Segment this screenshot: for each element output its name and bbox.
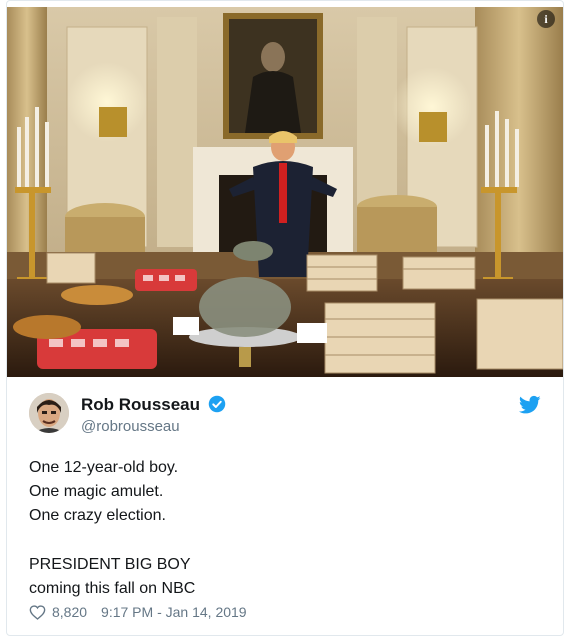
tweet-text: One 12-year-old boy. One magic amulet. O… [29,456,539,601]
like-count[interactable]: 8,820 [52,604,87,620]
user-handle[interactable]: @robrousseau [81,418,226,435]
tweet-line: One magic amulet. [29,483,164,500]
avatar[interactable] [29,393,69,433]
display-name[interactable]: Rob Rousseau [81,395,200,415]
tweet-line: One crazy election. [29,507,166,524]
tweet-card: i Rob Rousseau @robrousseau One 12-year-… [6,0,564,636]
media-info-button[interactable]: i [537,10,555,28]
user-names: Rob Rousseau @robrousseau [81,395,226,435]
avatar-image [29,393,69,433]
twitter-bird-icon[interactable] [519,395,541,415]
tweet-line: One 12-year-old boy. [29,459,179,476]
heart-icon[interactable] [29,604,46,620]
tweet-line: coming this fall on NBC [29,580,196,597]
verified-badge-icon [209,395,226,413]
tweet-photo[interactable] [7,7,563,377]
tweet-footer: 8,820 9:17 PM - Jan 14, 2019 [29,604,247,620]
tweet-header: Rob Rousseau @robrousseau [29,393,541,437]
tweet-line: PRESIDENT BIG BOY [29,556,191,573]
tweet-timestamp[interactable]: 9:17 PM - Jan 14, 2019 [101,604,247,620]
